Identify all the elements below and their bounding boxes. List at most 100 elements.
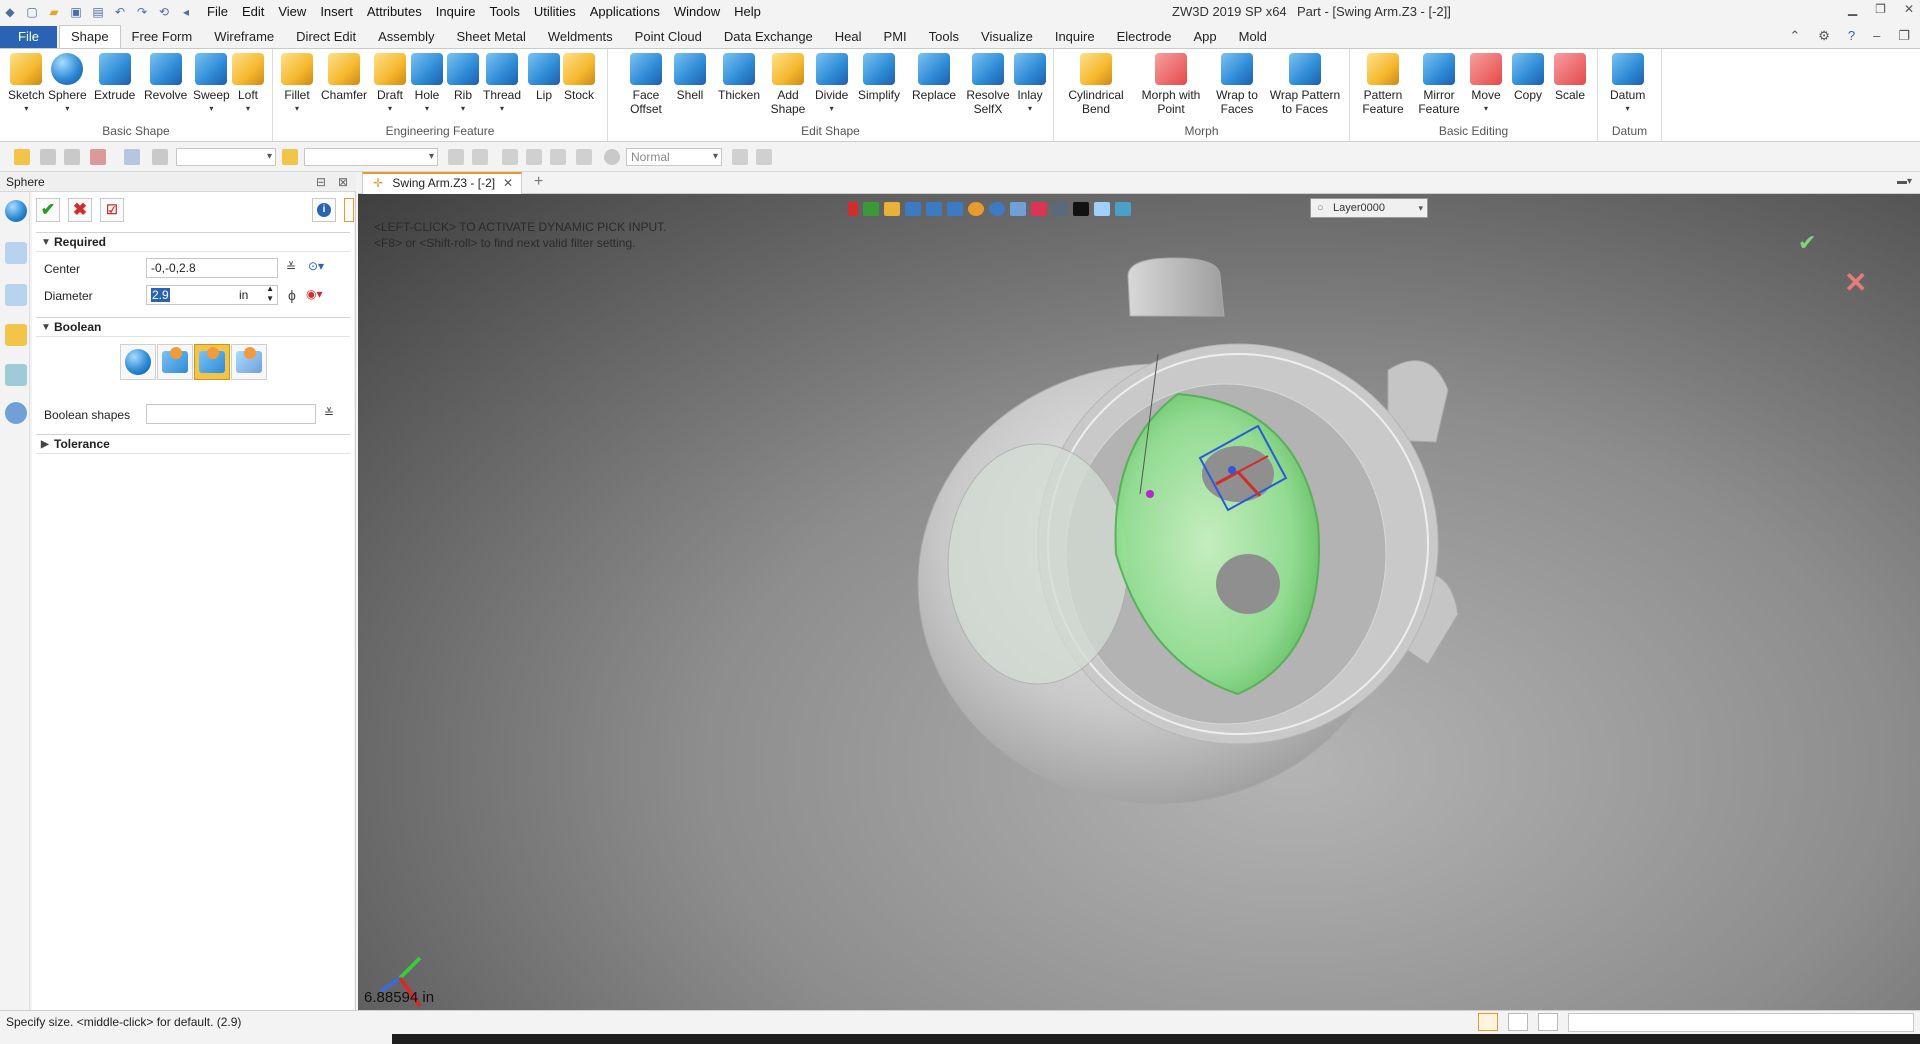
tab-file[interactable]: File bbox=[0, 26, 57, 48]
menu-attributes[interactable]: Attributes bbox=[360, 0, 429, 24]
close-tab-icon[interactable]: ✕ bbox=[503, 174, 513, 193]
minimize-icon[interactable]: ▁ bbox=[1848, 2, 1857, 16]
replace-button[interactable]: Replace bbox=[912, 53, 956, 102]
intersect-boolean-button[interactable] bbox=[231, 344, 267, 380]
chamfer-button[interactable]: Chamfer bbox=[321, 53, 367, 102]
fillet-button[interactable]: Fillet ▾ bbox=[281, 53, 313, 116]
add-boolean-button[interactable] bbox=[157, 344, 193, 380]
cylindrical-bend-button[interactable]: Cylindrical Bend bbox=[1066, 53, 1126, 116]
tab-assembly[interactable]: Assembly bbox=[367, 26, 445, 48]
menu-edit[interactable]: Edit bbox=[235, 0, 271, 24]
section-required[interactable]: ▼ Required bbox=[36, 232, 350, 252]
spinner-icon[interactable]: ▲ ▼ bbox=[266, 284, 274, 304]
lip-button[interactable]: Lip bbox=[528, 53, 560, 102]
doc-restore-icon[interactable]: ❐ bbox=[1898, 28, 1910, 44]
tab-point-cloud[interactable]: Point Cloud bbox=[624, 26, 713, 48]
feature-sphere-icon[interactable] bbox=[5, 200, 27, 222]
doc-minimize-icon[interactable]: – bbox=[1873, 28, 1880, 44]
selection-filter-icon[interactable]: ⟲ bbox=[156, 4, 172, 20]
doc-tab-swing-arm[interactable]: ✛ Swing Arm.Z3 - [-2] ✕ bbox=[362, 172, 522, 194]
pin-panel-icon[interactable]: ⊟ bbox=[316, 172, 326, 192]
diameter-symbol-icon[interactable]: ϕ bbox=[288, 287, 296, 303]
boolean-shapes-input[interactable] bbox=[146, 404, 316, 424]
stock-button[interactable]: Stock bbox=[563, 53, 595, 102]
redo-icon[interactable]: ↷ bbox=[134, 4, 150, 20]
pick-option-icon[interactable] bbox=[152, 149, 168, 165]
cancel-button[interactable]: ✖ bbox=[68, 198, 92, 222]
layout-mode-icon[interactable] bbox=[1538, 1013, 1558, 1031]
command-input[interactable] bbox=[1568, 1013, 1914, 1032]
thicken-button[interactable]: Thicken bbox=[718, 53, 760, 102]
tool-icon-3[interactable] bbox=[502, 149, 518, 165]
render-mode-icon[interactable] bbox=[604, 149, 620, 165]
tab-tools[interactable]: Tools bbox=[918, 26, 970, 48]
tab-electrode[interactable]: Electrode bbox=[1106, 26, 1183, 48]
tab-mold[interactable]: Mold bbox=[1228, 26, 1278, 48]
pick-point-icon[interactable] bbox=[40, 149, 56, 165]
input-mode-icon[interactable] bbox=[1478, 1013, 1498, 1031]
diameter-input[interactable]: 2.9 in ▲ ▼ bbox=[146, 284, 278, 305]
collapse-ribbon-icon[interactable]: ⌃ bbox=[1789, 28, 1800, 44]
tab-direct-edit[interactable]: Direct Edit bbox=[285, 26, 367, 48]
sweep-button[interactable]: Sweep ▾ bbox=[193, 53, 230, 116]
tool-icon-7[interactable] bbox=[732, 149, 748, 165]
hole-button[interactable]: Hole ▾ bbox=[411, 53, 443, 116]
pick-line-icon[interactable] bbox=[64, 149, 80, 165]
open-folder-icon[interactable]: ▰ bbox=[46, 4, 62, 20]
datum-button[interactable]: Datum ▾ bbox=[1610, 53, 1645, 116]
loft-button[interactable]: Loft ▾ bbox=[232, 53, 264, 116]
menu-help[interactable]: Help bbox=[727, 0, 768, 24]
center-options-icon[interactable]: ≚ bbox=[286, 260, 296, 274]
tab-weldments[interactable]: Weldments bbox=[537, 26, 624, 48]
tab-pmi[interactable]: PMI bbox=[873, 26, 918, 48]
tab-free-form[interactable]: Free Form bbox=[121, 26, 204, 48]
tool-icon-1[interactable] bbox=[448, 149, 464, 165]
restore-icon[interactable]: ❐ bbox=[1875, 2, 1886, 16]
print-icon[interactable]: ▤ bbox=[90, 4, 106, 20]
copy-button[interactable]: Copy bbox=[1512, 53, 1544, 102]
display-mode-icon[interactable] bbox=[1508, 1013, 1528, 1031]
shell-button[interactable]: Shell bbox=[674, 53, 706, 102]
pick-mode-combo[interactable] bbox=[304, 148, 438, 166]
pick-shape-icon[interactable] bbox=[124, 149, 140, 165]
revolve-button[interactable]: Revolve bbox=[144, 53, 187, 102]
mirror-feature-button[interactable]: Mirror Feature bbox=[1414, 53, 1464, 116]
tab-shape[interactable]: Shape bbox=[58, 25, 121, 48]
new-tab-icon[interactable]: + bbox=[534, 173, 543, 191]
app-logo-icon[interactable]: ◆ bbox=[2, 4, 18, 20]
menu-insert[interactable]: Insert bbox=[313, 0, 360, 24]
wrap-to-faces-button[interactable]: Wrap to Faces bbox=[1214, 53, 1260, 116]
measure-options-icon[interactable]: ◉▾ bbox=[306, 287, 323, 301]
boolean-shapes-options-icon[interactable]: ≚ bbox=[324, 406, 334, 420]
wrap-pattern-to-faces-button[interactable]: Wrap Pattern to Faces bbox=[1268, 53, 1342, 116]
info-button[interactable]: i bbox=[312, 198, 336, 222]
menu-applications[interactable]: Applications bbox=[583, 0, 667, 24]
extrude-button[interactable]: Extrude bbox=[94, 53, 135, 102]
tool-icon-4[interactable] bbox=[526, 149, 542, 165]
sketch-button[interactable]: Sketch ▾ bbox=[8, 53, 45, 116]
rib-button[interactable]: Rib ▾ bbox=[447, 53, 479, 116]
menu-view[interactable]: View bbox=[271, 0, 313, 24]
divide-button[interactable]: Divide ▾ bbox=[815, 53, 848, 116]
tool-icon-5[interactable] bbox=[550, 149, 566, 165]
refresh-filter-icon[interactable] bbox=[282, 149, 298, 165]
tab-wireframe[interactable]: Wireframe bbox=[203, 26, 285, 48]
pick-grid-icon[interactable] bbox=[90, 149, 106, 165]
apply-button[interactable]: ☑ bbox=[100, 198, 124, 222]
tab-data-exchange[interactable]: Data Exchange bbox=[713, 26, 824, 48]
sphere-button[interactable]: Sphere ▾ bbox=[48, 53, 87, 116]
close-window-icon[interactable]: ✕ bbox=[1904, 2, 1914, 16]
morph-with-point-button[interactable]: Morph with Point bbox=[1138, 53, 1204, 116]
tab-visualize[interactable]: Visualize bbox=[970, 26, 1044, 48]
menu-inquire[interactable]: Inquire bbox=[429, 0, 483, 24]
add-shape-button[interactable]: Add Shape bbox=[768, 53, 808, 116]
resolve-selfx-button[interactable]: Resolve SelfX bbox=[966, 53, 1010, 116]
tab-heal[interactable]: Heal bbox=[824, 26, 873, 48]
undo-icon[interactable]: ↶ bbox=[112, 4, 128, 20]
section-tolerance[interactable]: ▶ Tolerance bbox=[36, 434, 350, 454]
expand-panel-button[interactable] bbox=[344, 198, 354, 222]
point-picker-icon[interactable]: ⊙▾ bbox=[308, 259, 324, 273]
help-icon[interactable]: ? bbox=[1848, 28, 1855, 44]
menu-file[interactable]: File bbox=[200, 0, 235, 24]
inlay-button[interactable]: Inlay ▾ bbox=[1014, 53, 1046, 116]
